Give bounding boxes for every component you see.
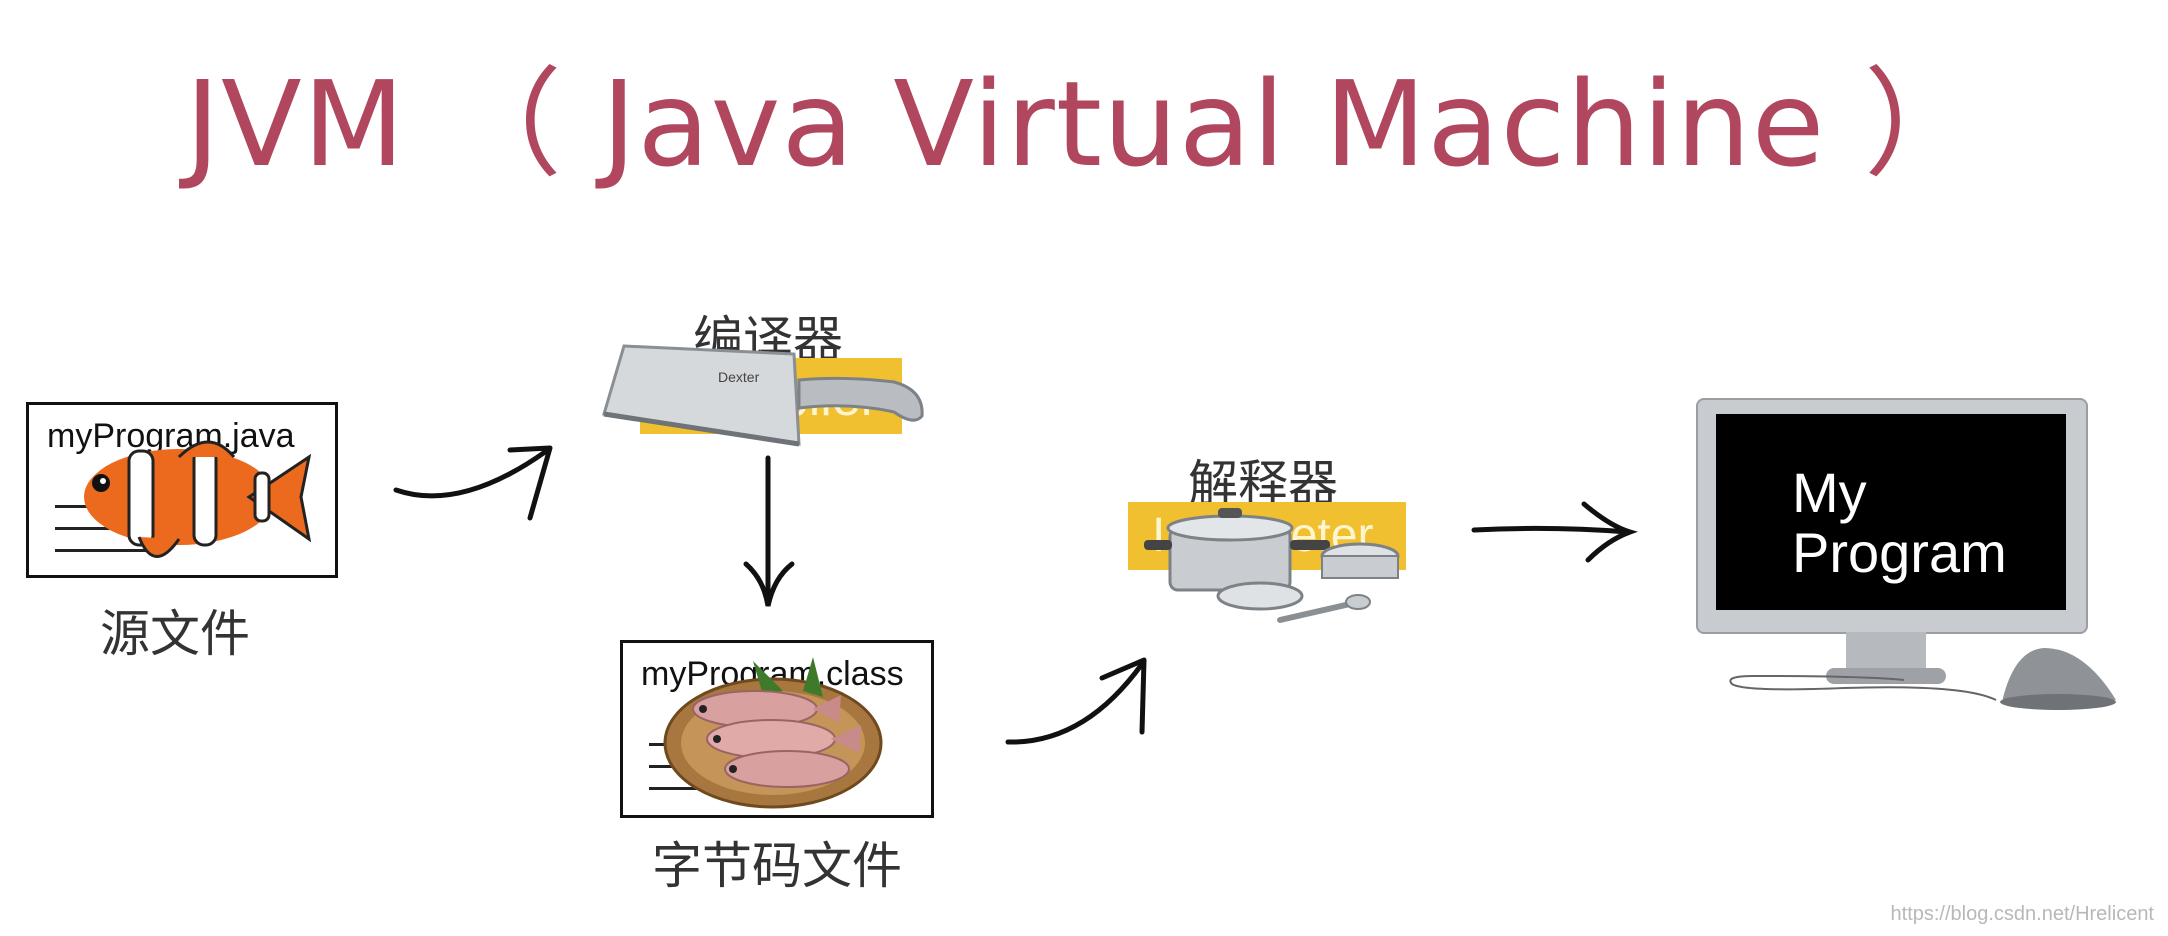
arrow-bytecode-to-interpreter (1005, 657, 1147, 745)
watermark: https://blog.csdn.net/Hrelicent (1890, 903, 2154, 925)
cleaver-knife-icon: Dexter (602, 344, 924, 447)
fish-basket-icon (663, 657, 883, 809)
source-caption: 源文件 (100, 605, 250, 663)
monitor-bezel: My Program (1696, 398, 2088, 634)
bytecode-caption: 字节码文件 (652, 837, 902, 895)
monitor-screen: My Program (1716, 414, 2066, 610)
screen-text-line2: Program (1792, 521, 2007, 584)
diagram-title: JVM （ Java Virtual Machine ） (185, 55, 1983, 193)
mouse-icon (1729, 648, 2116, 710)
screen-text-line1: My (1792, 461, 1867, 524)
arrow-source-to-compiler (393, 445, 553, 521)
source-file-doc: myProgram.java (26, 402, 338, 578)
clownfish-icon (84, 440, 312, 558)
cookware-icon (1144, 508, 1400, 623)
bytecode-file-doc: myProgram.class (620, 640, 934, 818)
knife-brand: Dexter (718, 369, 760, 385)
arrow-compiler-to-bytecode (743, 455, 795, 607)
arrow-interpreter-to-program (1471, 501, 1638, 563)
